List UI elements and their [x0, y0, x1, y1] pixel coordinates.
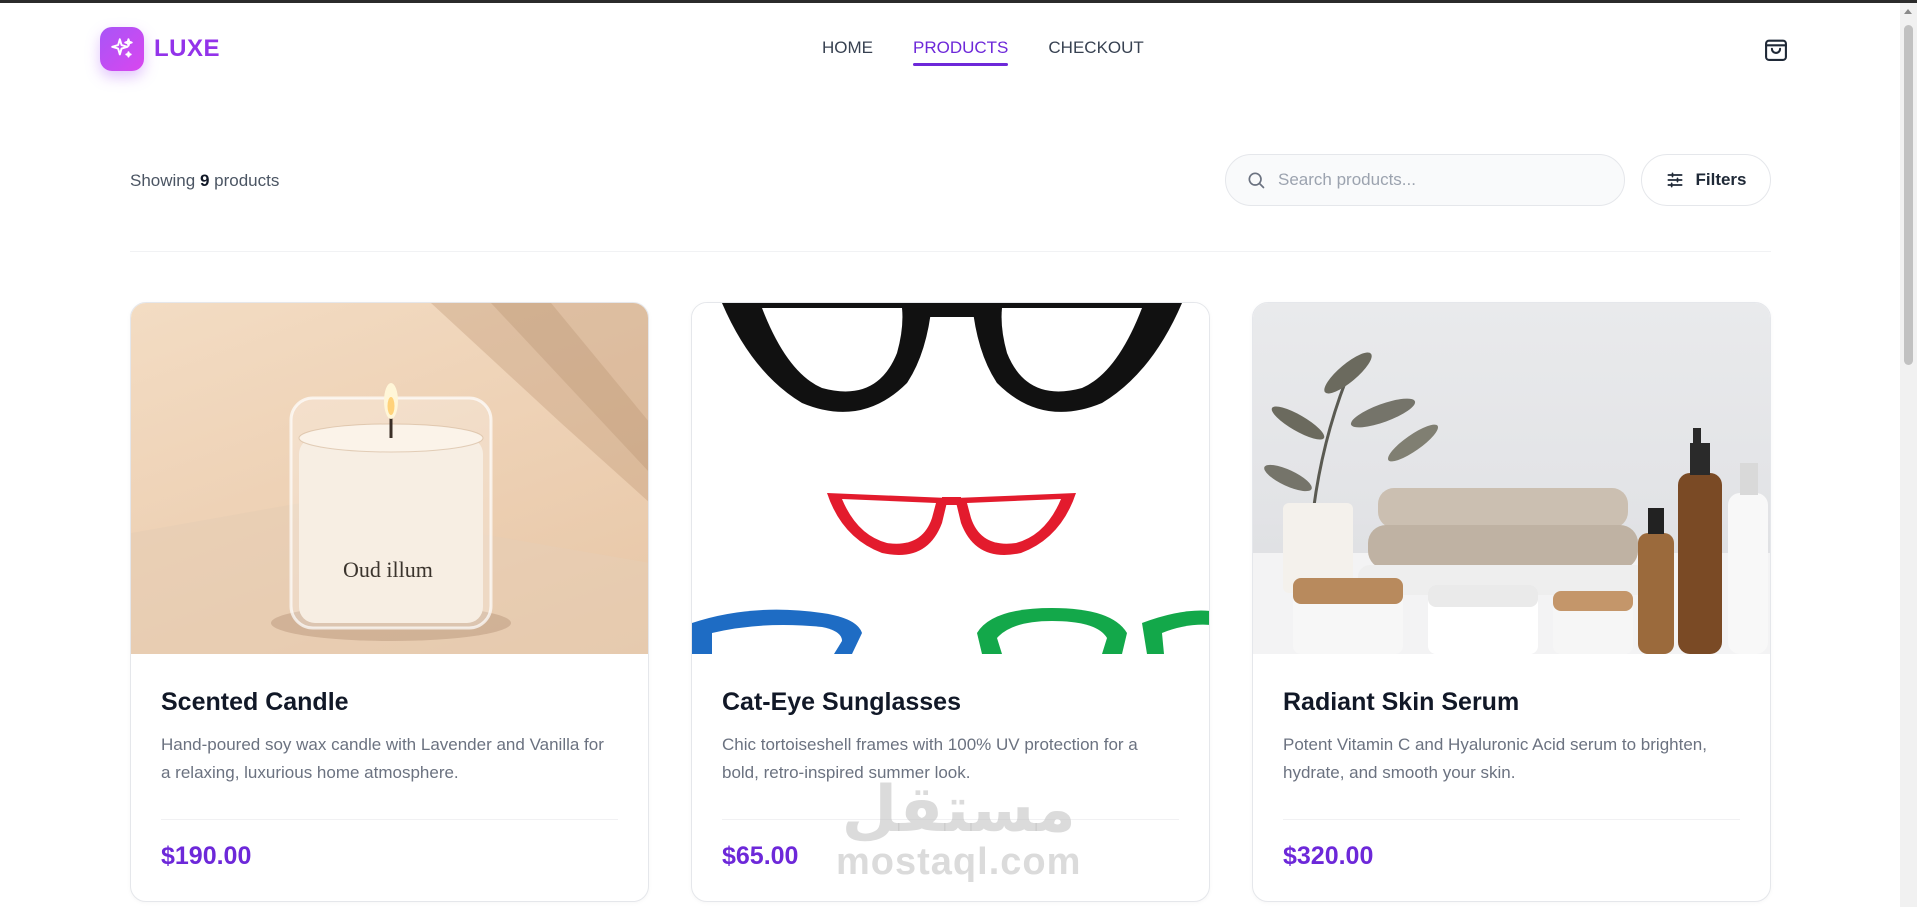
nav-products[interactable]: PRODUCTS: [913, 38, 1009, 66]
sunglasses-photo[interactable]: [692, 303, 1209, 654]
shopping-bag-icon[interactable]: [1762, 36, 1790, 64]
brand-name: LUXE: [154, 35, 221, 62]
product-price: $65.00: [722, 842, 799, 870]
main-nav: HOME PRODUCTS CHECKOUT: [822, 38, 1144, 66]
candle-photo[interactable]: Oud illum: [131, 303, 648, 654]
product-card[interactable]: Oud illum Scented Candle Hand-poured soy…: [130, 302, 649, 902]
card-divider: [161, 819, 618, 820]
sparkles-icon: [100, 27, 144, 71]
product-description: Potent Vitamin C and Hyaluronic Acid ser…: [1283, 735, 1707, 782]
product-description: Chic tortoiseshell frames with 100% UV p…: [722, 735, 1138, 782]
product-card[interactable]: Radiant Skin Serum Potent Vitamin C and …: [1252, 302, 1771, 902]
site-header: LUXE HOME PRODUCTS CHECKOUT: [0, 3, 1900, 93]
sliders-icon: [1667, 172, 1683, 188]
search-box[interactable]: [1225, 154, 1625, 206]
card-body: Radiant Skin Serum Potent Vitamin C and …: [1253, 688, 1770, 871]
product-description: Hand-poured soy wax candle with Lavender…: [161, 735, 604, 782]
page-scrollbar[interactable]: [1900, 3, 1917, 907]
product-card[interactable]: Cat-Eye Sunglasses Chic tortoiseshell fr…: [691, 302, 1210, 902]
product-price: $190.00: [161, 842, 252, 870]
candle-label: Oud illum: [343, 557, 433, 582]
nav-checkout[interactable]: CHECKOUT: [1048, 38, 1143, 62]
card-body: Cat-Eye Sunglasses Chic tortoiseshell fr…: [692, 688, 1209, 871]
filters-label: Filters: [1695, 170, 1747, 189]
filters-button[interactable]: Filters: [1641, 154, 1771, 206]
search-input[interactable]: [1278, 170, 1598, 190]
scroll-up-arrow-icon[interactable]: [1904, 9, 1912, 14]
skincare-photo[interactable]: [1253, 303, 1770, 654]
card-divider: [722, 819, 1179, 820]
card-body: Scented Candle Hand-poured soy wax candl…: [131, 688, 648, 871]
product-count-text: Showing 9 products: [130, 171, 279, 191]
toolbar-divider: [130, 251, 1771, 252]
product-price: $320.00: [1283, 842, 1374, 870]
nav-home[interactable]: HOME: [822, 38, 873, 62]
search-icon: [1248, 172, 1265, 189]
scrollbar-thumb[interactable]: [1904, 25, 1913, 365]
showing-prefix: Showing: [130, 171, 196, 190]
showing-suffix: products: [214, 171, 280, 190]
brand-logo[interactable]: LUXE: [100, 27, 220, 71]
card-divider: [1283, 819, 1740, 820]
product-count: 9: [199, 171, 210, 190]
product-grid: Oud illum Scented Candle Hand-poured soy…: [130, 302, 1771, 907]
product-title[interactable]: Radiant Skin Serum: [1283, 688, 1740, 717]
product-title[interactable]: Cat-Eye Sunglasses: [722, 688, 1179, 717]
product-title[interactable]: Scented Candle: [161, 688, 618, 717]
